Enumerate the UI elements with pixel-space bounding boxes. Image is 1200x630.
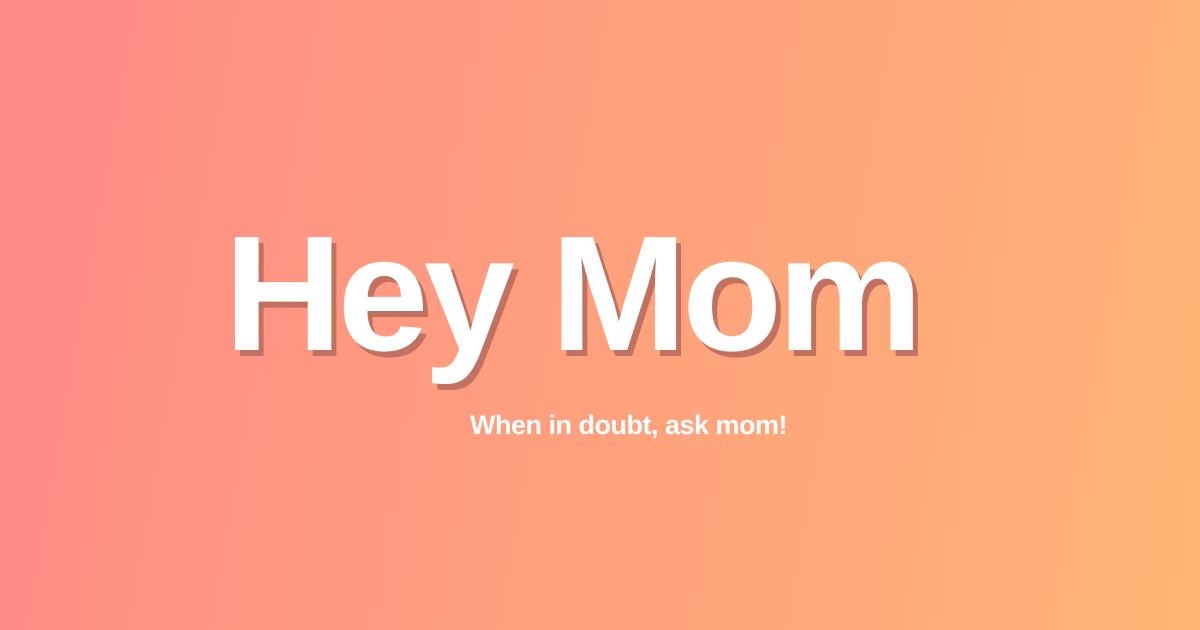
hero-title: Hey Mom <box>224 202 923 385</box>
hero-tagline: When in doubt, ask mom! <box>470 410 788 440</box>
